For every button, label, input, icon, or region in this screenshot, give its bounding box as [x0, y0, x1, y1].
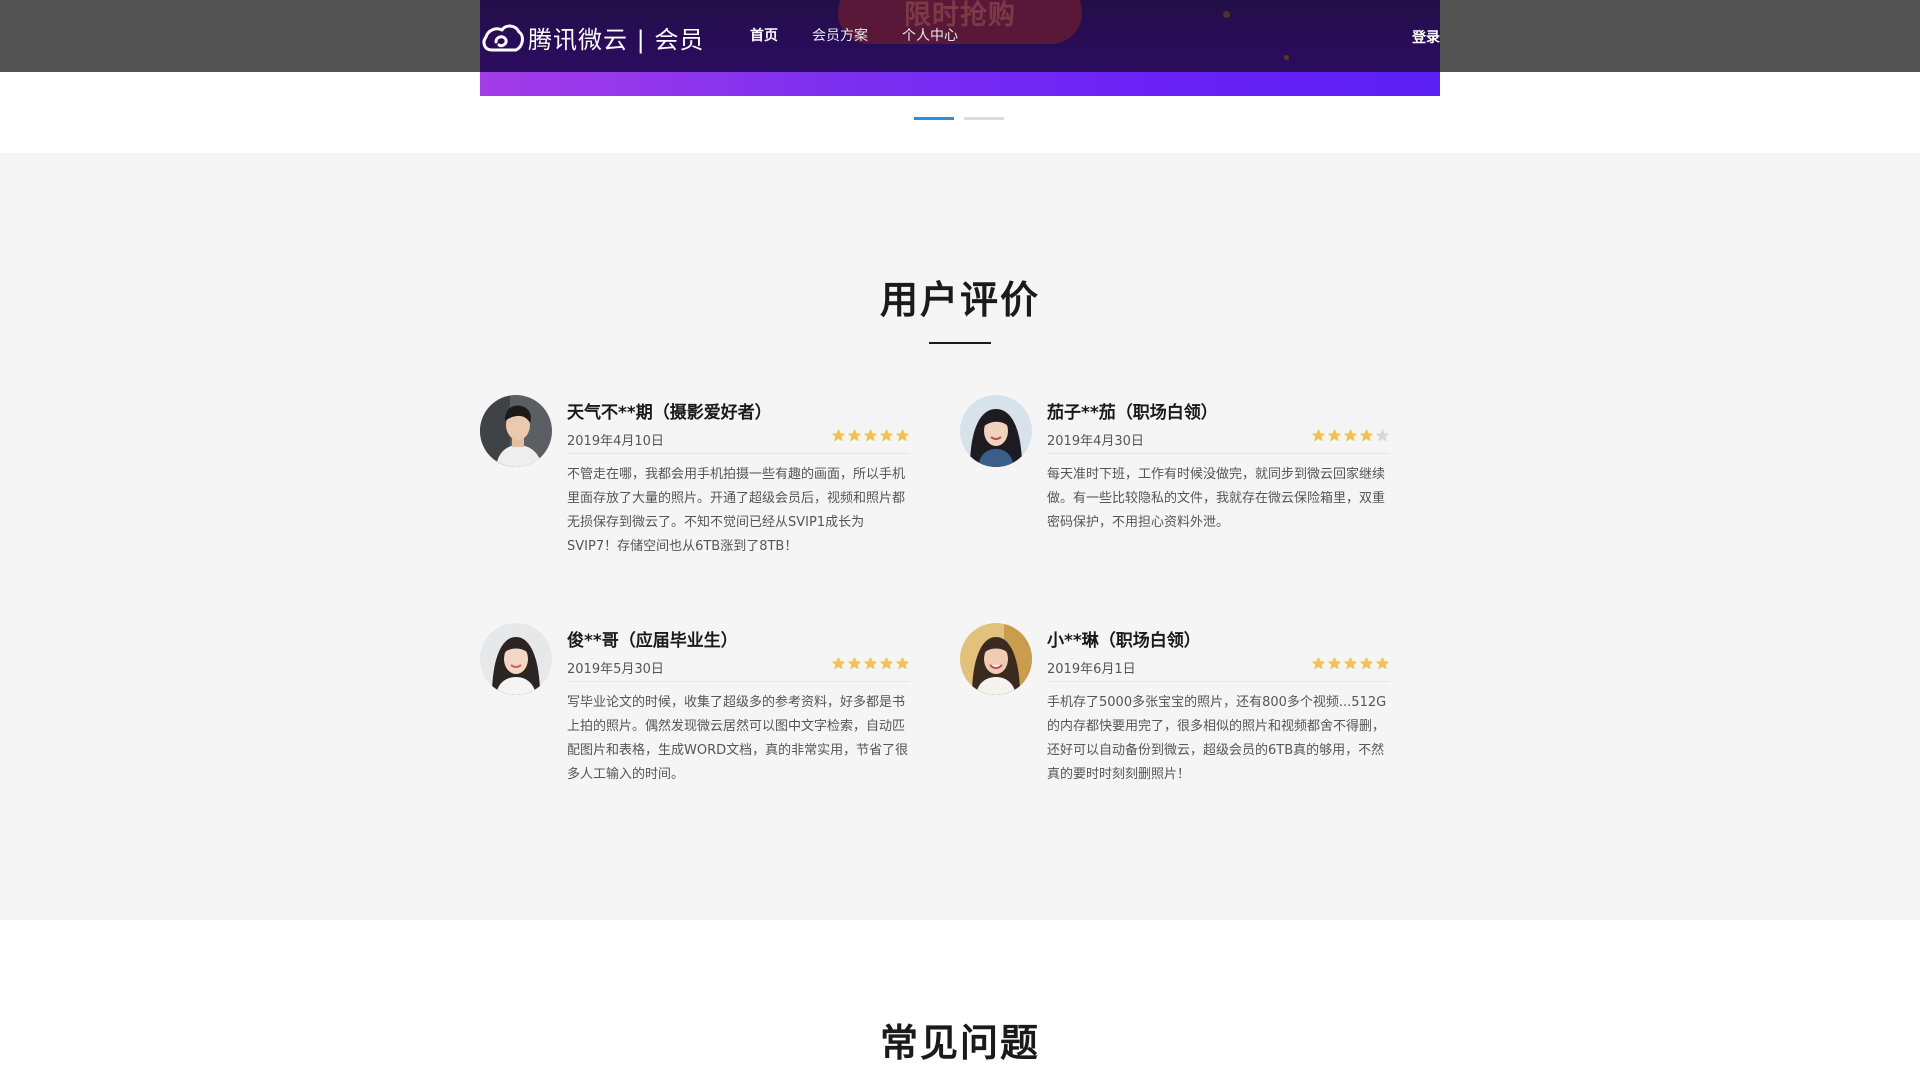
review-date: 2019年5月30日	[567, 662, 664, 677]
avatar	[480, 623, 552, 695]
review-date: 2019年4月30日	[1047, 434, 1144, 449]
review-text: 写毕业论文的时候，收集了超级多的参考资料，好多都是书上拍的照片。偶然发现微云居然…	[567, 695, 909, 782]
divider	[1047, 453, 1390, 454]
carousel-indicators	[914, 117, 1014, 120]
carousel-indicator-1[interactable]	[914, 117, 954, 120]
star-filled-icon	[831, 656, 846, 670]
reviews-section: 用户评价 天气不**期（摄影爱好者） 2019年4月10日 不管走在哪，我都会用…	[0, 153, 1920, 920]
star-filled-icon	[1343, 428, 1358, 442]
decor-dot	[1284, 55, 1289, 60]
cloud-logo-icon	[482, 24, 524, 52]
review-text: 手机存了5000多张宝宝的照片，还有800多个视频...512G的内存都快要用完…	[1047, 695, 1387, 782]
star-rating	[1310, 656, 1390, 671]
star-empty-icon	[1375, 428, 1390, 442]
reviewer-name: 茄子**茄（职场白领）	[1047, 403, 1218, 423]
star-filled-icon	[1375, 656, 1390, 670]
star-filled-icon	[879, 656, 894, 670]
reviews-title: 用户评价	[879, 278, 1040, 322]
login-link[interactable]: 登录	[1412, 27, 1440, 47]
reviewer-name: 天气不**期（摄影爱好者）	[567, 403, 772, 423]
reviewer-name: 小**琳（职场白领）	[1047, 631, 1201, 651]
star-filled-icon	[863, 656, 878, 670]
title-underline	[929, 342, 991, 344]
star-filled-icon	[879, 428, 894, 442]
banner-gradient-strip	[480, 72, 1440, 96]
star-filled-icon	[1359, 656, 1374, 670]
star-filled-icon	[847, 656, 862, 670]
star-rating	[1310, 428, 1390, 443]
review-date: 2019年4月10日	[567, 434, 664, 449]
star-filled-icon	[847, 428, 862, 442]
divider	[567, 681, 910, 682]
faq-title: 常见问题	[879, 1021, 1040, 1065]
review-text: 不管走在哪，我都会用手机拍摄一些有趣的画面，所以手机里面存放了大量的照片。开通了…	[567, 467, 906, 554]
star-filled-icon	[1327, 656, 1342, 670]
star-rating	[830, 656, 910, 671]
avatar	[960, 395, 1032, 467]
star-filled-icon	[831, 428, 846, 442]
divider	[567, 453, 910, 454]
star-filled-icon	[895, 656, 910, 670]
nav-item-personal-center[interactable]: 个人中心	[902, 25, 958, 45]
site-logo[interactable]: 腾讯微云 | 会员	[480, 20, 704, 54]
divider	[1047, 681, 1390, 682]
star-filled-icon	[1311, 656, 1326, 670]
decor-dot	[1223, 11, 1230, 18]
star-filled-icon	[863, 428, 878, 442]
nav-item-plans[interactable]: 会员方案	[812, 25, 868, 45]
review-text: 每天准时下班，工作有时候没做完，就同步到微云回家继续做。有一些比较隐私的文件，我…	[1047, 467, 1386, 530]
review-date: 2019年6月1日	[1047, 662, 1136, 677]
avatar	[480, 395, 552, 467]
star-filled-icon	[1311, 428, 1326, 442]
main-nav: 首页 会员方案 个人中心	[750, 25, 992, 45]
carousel-indicator-2[interactable]	[964, 117, 1004, 120]
star-filled-icon	[1343, 656, 1358, 670]
star-filled-icon	[1359, 428, 1374, 442]
star-filled-icon	[1327, 428, 1342, 442]
reviewer-name: 俊**哥（应届毕业生）	[567, 631, 738, 651]
star-rating	[830, 428, 910, 443]
avatar	[960, 623, 1032, 695]
nav-item-home[interactable]: 首页	[750, 25, 778, 45]
logo-text: 腾讯微云 | 会员	[528, 25, 705, 54]
star-filled-icon	[895, 428, 910, 442]
